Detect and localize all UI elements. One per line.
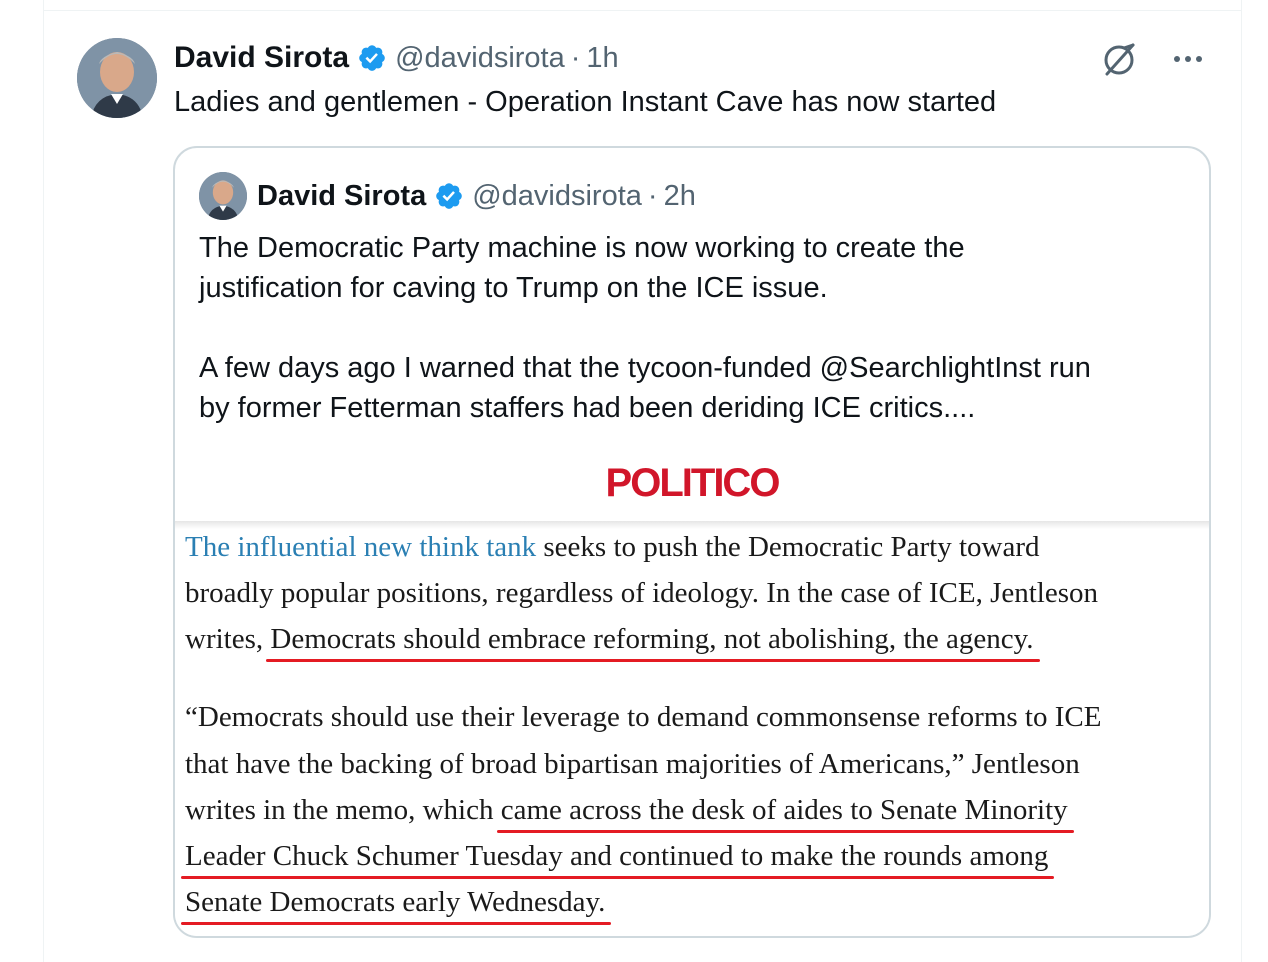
quoted-media-image[interactable]: POLITICO The influential new think tank …: [175, 451, 1209, 936]
more-icon[interactable]: [1170, 41, 1206, 77]
quoted-author-avatar[interactable]: [199, 172, 247, 220]
quoted-tweet-timestamp[interactable]: 2h: [664, 180, 696, 213]
author-name[interactable]: David Sirota: [174, 41, 349, 75]
verified-badge-icon[interactable]: [434, 181, 464, 211]
timeline-border-left: [43, 0, 44, 962]
quoted-text-line: A few days ago I warned that the tycoon-…: [199, 352, 1091, 384]
underlined-text: Democrats should embrace reforming, not …: [266, 623, 1040, 662]
politico-header: POLITICO: [175, 451, 1209, 521]
article-line: The influential new think tank seeks to …: [185, 531, 1039, 564]
article-line: Leader Chuck Schumer Tuesday and continu…: [180, 840, 1055, 879]
tweet-header: David Sirota @davidsirota · 1h: [174, 38, 619, 78]
article-line: that have the backing of broad bipartisa…: [185, 748, 1080, 780]
timeline-border-top: [43, 10, 1242, 11]
tweet-text: Ladies and gentlemen - Operation Instant…: [174, 86, 997, 118]
underlined-text: Senate Democrats early Wednesday.: [180, 886, 612, 925]
quoted-avatar-photo: [199, 172, 247, 220]
article-text: writes,: [185, 623, 271, 655]
quoted-author-handle[interactable]: @davidsirota: [472, 180, 642, 213]
quoted-tweet-header: David Sirota @davidsirota · 2h: [257, 176, 696, 216]
author-handle[interactable]: @davidsirota: [395, 42, 565, 75]
underlined-text: came across the desk of aides to Senate …: [496, 794, 1074, 833]
article-text: seeks to push the Democratic Party towar…: [536, 531, 1040, 563]
article-line: “Democrats should use their leverage to …: [185, 701, 1102, 733]
avatar-photo: [77, 38, 157, 118]
separator-dot: ·: [570, 41, 581, 74]
quoted-tweet-text: The Democratic Party machine is now work…: [199, 228, 1189, 428]
tweet-timestamp[interactable]: 1h: [586, 42, 618, 75]
quoted-author-name[interactable]: David Sirota: [257, 180, 426, 213]
tweet-actions: [1100, 40, 1206, 78]
article-line: Senate Democrats early Wednesday.: [180, 886, 612, 925]
verified-badge-icon[interactable]: [357, 43, 387, 73]
quoted-text-line: justification for caving to Trump on the…: [199, 272, 828, 304]
underlined-text: Leader Chuck Schumer Tuesday and continu…: [180, 840, 1055, 879]
article-line: broadly popular positions, regardless of…: [185, 577, 1099, 609]
quoted-text-line: by former Fetterman staffers had been de…: [199, 392, 976, 424]
separator-dot: ·: [647, 179, 658, 212]
article-line: writes in the memo, which came across th…: [185, 794, 1074, 833]
quoted-tweet[interactable]: David Sirota @davidsirota · 2h The Democ…: [173, 146, 1211, 938]
grok-icon[interactable]: [1100, 40, 1138, 78]
author-avatar[interactable]: [77, 38, 157, 118]
article-line: writes, Democrats should embrace reformi…: [185, 623, 1040, 662]
politico-logo: POLITICO: [605, 461, 781, 505]
quoted-text-line: The Democratic Party machine is now work…: [199, 232, 965, 264]
article-link: The influential new think tank: [185, 531, 537, 563]
article-text: writes in the memo, which: [185, 794, 501, 826]
header-shadow: [175, 521, 1209, 529]
timeline-border-right: [1241, 0, 1242, 962]
